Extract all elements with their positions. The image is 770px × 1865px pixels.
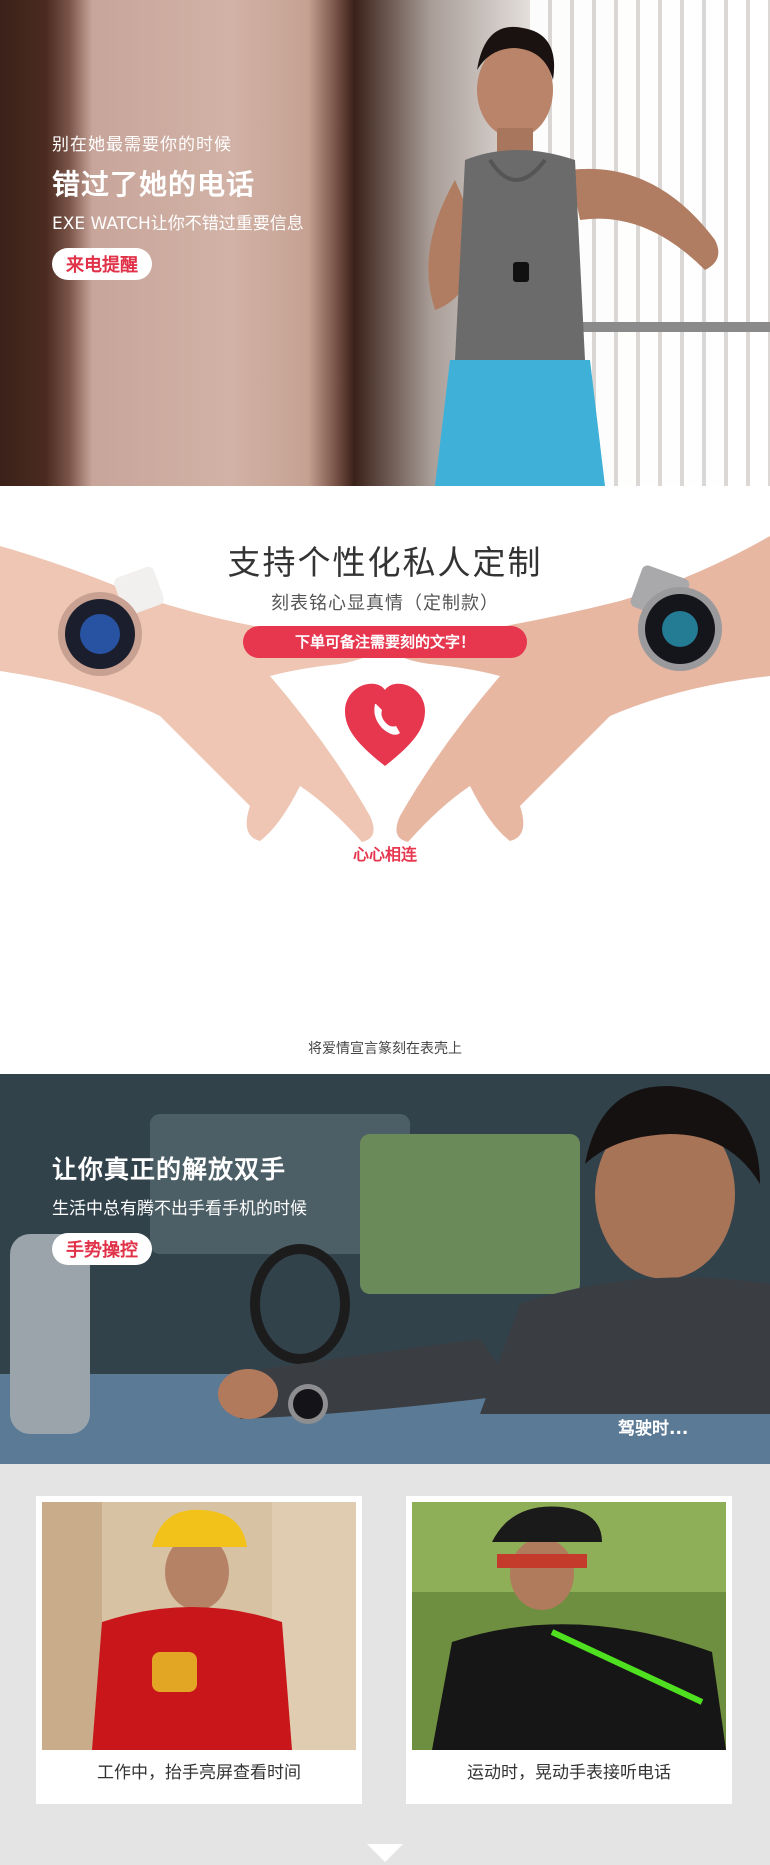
gesture-control-banner: 让你真正的解放双手 生活中总有腾不出手看手机的时候 手势操控 驾驶时... <box>0 1074 770 1464</box>
worker-photo <box>42 1502 356 1750</box>
call-pre-text: 别在她最需要你的时候 <box>52 135 232 155</box>
product-detail-page: 别在她最需要你的时候 错过了她的电话 EXE WATCH让你不错过重要信息 来电… <box>0 0 770 1865</box>
usage-scenarios: 工作中，抬手亮屏查看时间 运动时，晃动手表接听电话 <box>0 1464 770 1865</box>
gesture-headline: 让你真正的解放双手 <box>52 1155 287 1184</box>
customization-title: 支持个性化私人定制 <box>227 543 543 582</box>
work-scenario-card: 工作中，抬手亮屏查看时间 <box>36 1496 362 1804</box>
man-checking-watch-photo <box>428 26 719 486</box>
call-reminder-badge: 来电提醒 <box>52 248 152 280</box>
driving-label: 驾驶时... <box>618 1419 689 1439</box>
heart-label: 心心相连 <box>352 845 417 864</box>
gesture-subtext: 生活中总有腾不出手看手机的时候 <box>52 1199 307 1219</box>
customization-section: 支持个性化私人定制 刻表铭心显真情（定制款） 下单可备注需要刻的文字！ 心心相连… <box>0 486 770 1074</box>
work-scenario-caption: 工作中，抬手亮屏查看时间 <box>97 1763 301 1783</box>
call-reminder-copy: 别在她最需要你的时候 错过了她的电话 EXE WATCH让你不错过重要信息 来电… <box>52 130 304 280</box>
gesture-copy: 让你真正的解放双手 生活中总有腾不出手看手机的时候 手势操控 <box>52 1150 307 1265</box>
call-subtext: EXE WATCH让你不错过重要信息 <box>52 214 304 234</box>
customization-subtitle: 刻表铭心显真情（定制款） <box>271 593 499 614</box>
sport-scenario-card: 运动时，晃动手表接听电话 <box>406 1496 732 1804</box>
cyclist-photo <box>412 1502 726 1750</box>
heart-phone-icon <box>345 683 425 766</box>
engraving-caption: 将爱情宣言篆刻在表壳上 <box>308 1041 462 1057</box>
engraving-note-badge: 下单可备注需要刻的文字！ <box>243 626 527 658</box>
call-headline: 错过了她的电话 <box>52 168 256 201</box>
sport-scenario-caption: 运动时，晃动手表接听电话 <box>467 1763 671 1783</box>
driving-man-photo <box>0 1074 770 1464</box>
call-reminder-banner: 别在她最需要你的时候 错过了她的电话 EXE WATCH让你不错过重要信息 来电… <box>0 0 770 486</box>
down-arrow-icon <box>367 1844 403 1862</box>
gesture-control-badge: 手势操控 <box>52 1233 152 1265</box>
